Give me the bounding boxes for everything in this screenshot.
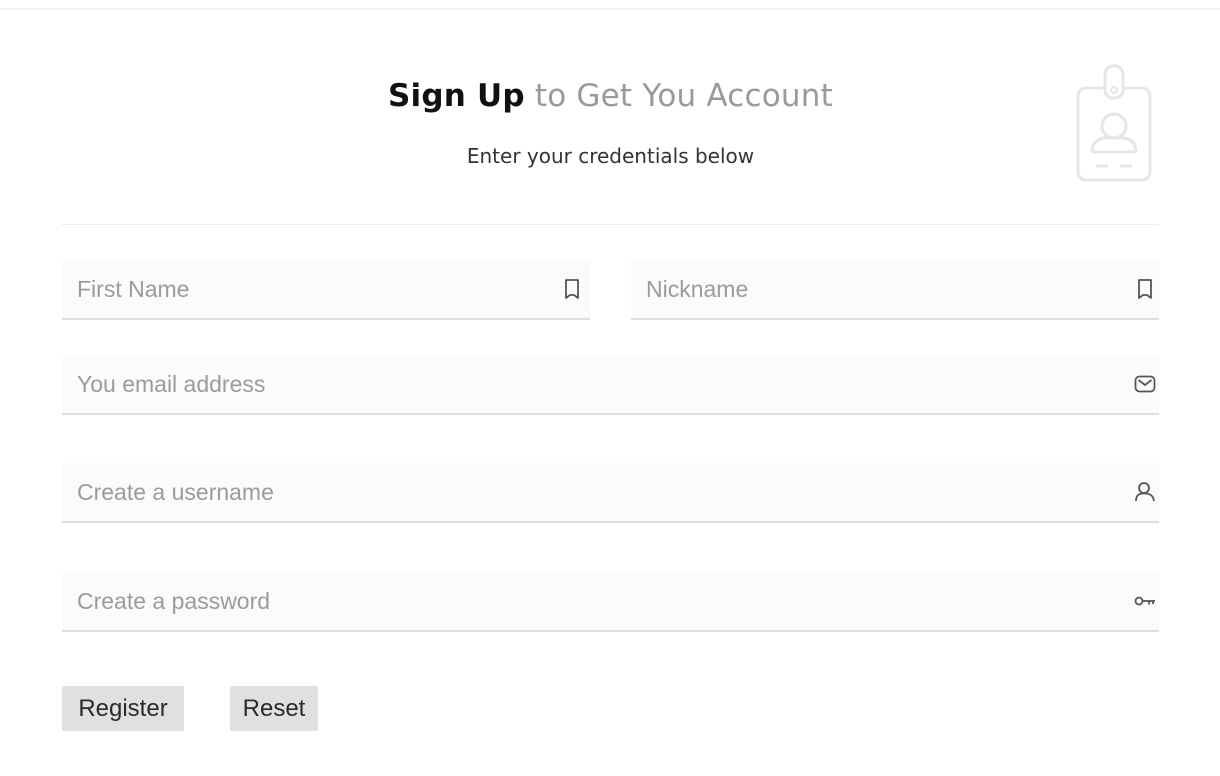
title-rest: to Get You Account (524, 78, 833, 114)
title-strong: Sign Up (388, 78, 525, 114)
envelope-icon (1134, 375, 1156, 393)
id-badge-icon (1076, 64, 1152, 182)
username-field[interactable] (62, 463, 1159, 521)
reset-button[interactable]: Reset (230, 686, 318, 731)
nickname-field-wrapper (631, 260, 1159, 320)
user-icon (1135, 482, 1155, 502)
top-divider (0, 8, 1220, 10)
page-title: Sign Up to Get You Account (62, 78, 1159, 114)
email-field-wrapper (62, 355, 1159, 415)
bookmark-icon (565, 279, 579, 299)
password-field[interactable] (62, 572, 1159, 630)
password-field-wrapper (62, 572, 1159, 632)
email-field[interactable] (62, 355, 1159, 413)
register-button[interactable]: Register (62, 686, 184, 731)
form-header: Sign Up to Get You Account Enter your cr… (62, 60, 1159, 225)
first-name-field[interactable] (62, 260, 590, 318)
first-name-field-wrapper (62, 260, 590, 320)
page-subtitle: Enter your credentials below (466, 144, 755, 168)
bookmark-icon (1138, 279, 1152, 299)
key-icon (1134, 596, 1155, 606)
username-field-wrapper (62, 463, 1159, 523)
nickname-field[interactable] (631, 260, 1159, 318)
